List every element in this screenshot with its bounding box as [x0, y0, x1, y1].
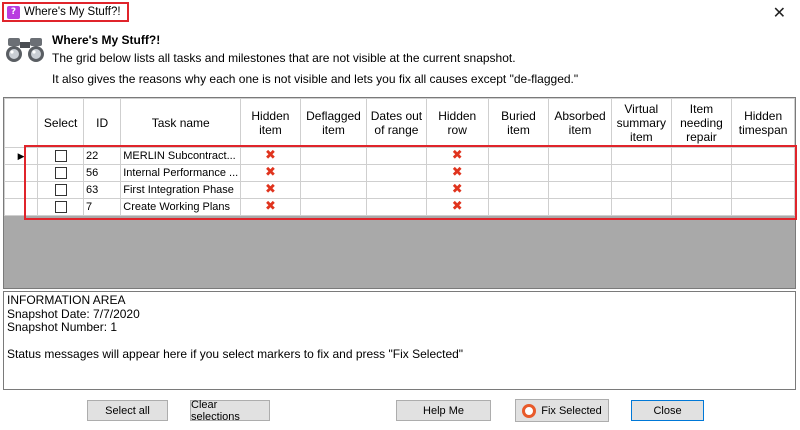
column-header-item-needing-repair[interactable]: Item needing repair: [670, 98, 733, 148]
missing-items-grid[interactable]: Select ID Task name Hidden item Deflagge…: [3, 97, 796, 289]
help-me-label: Help Me: [423, 404, 464, 417]
x-mark-icon: ✖: [264, 182, 276, 197]
window-title-highlight: ? Where's My Stuff?!: [2, 2, 129, 22]
x-mark-icon: ✖: [451, 165, 463, 180]
table-row[interactable]: 7 Create Working Plans ✖ ✖: [4, 198, 795, 216]
row-select-checkbox[interactable]: [54, 167, 67, 180]
fix-selected-button[interactable]: Fix Selected: [515, 399, 609, 422]
status-message: Status messages will appear here if you …: [7, 346, 464, 361]
close-window-icon[interactable]: ✕: [773, 3, 786, 22]
table-row[interactable]: 56 Internal Performance ... ✖ ✖: [4, 164, 795, 182]
row-select-checkbox[interactable]: [54, 201, 67, 214]
task-id-cell: 56: [82, 164, 122, 182]
table-row[interactable]: 63 First Integration Phase ✖ ✖: [4, 181, 795, 199]
snapshot-number: Snapshot Number: 1: [7, 320, 118, 334]
column-header-select[interactable]: Select: [37, 98, 84, 148]
clear-selections-button[interactable]: Clear selections: [190, 399, 270, 423]
information-area: INFORMATION AREA Snapshot Date: 7/7/2020…: [3, 291, 796, 390]
snapshot-date: Snapshot Date: 7/7/2020: [7, 306, 140, 321]
column-header-buried-item[interactable]: Buried item: [487, 98, 550, 148]
x-mark-icon: ✖: [451, 182, 463, 197]
column-header-task-name[interactable]: Task name: [120, 98, 242, 148]
x-mark-icon: ✖: [264, 199, 276, 214]
current-row-marker: ▶: [4, 147, 39, 165]
column-header-deflagged-item[interactable]: Deflagged item: [299, 98, 368, 148]
column-header-hidden-item[interactable]: Hidden item: [240, 98, 301, 148]
help-me-button[interactable]: Help Me: [396, 400, 491, 421]
title-bar: ? Where's My Stuff?! ✕: [0, 0, 800, 28]
task-name-cell: Create Working Plans: [120, 198, 242, 216]
task-id-cell: 22: [82, 147, 122, 165]
row-select-checkbox[interactable]: [54, 150, 67, 163]
row-select-checkbox[interactable]: [54, 184, 67, 197]
column-header-hidden-timespan[interactable]: Hidden timespan: [731, 98, 795, 148]
column-header-virtual-summary-item[interactable]: Virtual summary item: [610, 98, 672, 148]
x-mark-icon: ✖: [451, 199, 463, 214]
task-name-cell: First Integration Phase: [120, 181, 242, 199]
column-header-hidden-row[interactable]: Hidden row: [425, 98, 489, 148]
task-name-cell: MERLIN Subcontract...: [120, 147, 242, 165]
x-mark-icon: ✖: [451, 148, 463, 163]
task-id-cell: 7: [82, 198, 122, 216]
window-title: Where's My Stuff?!: [24, 6, 121, 18]
task-name-cell: Internal Performance ...: [120, 164, 242, 182]
x-mark-icon: ✖: [264, 148, 276, 163]
row-header-corner: [4, 98, 39, 148]
header-title: Where's My Stuff?!: [52, 33, 161, 47]
column-header-absorbed-item[interactable]: Absorbed item: [548, 98, 612, 148]
binoculars-icon: [6, 38, 44, 62]
close-button[interactable]: Close: [631, 400, 704, 421]
table-row[interactable]: ▶ 22 MERLIN Subcontract... ✖ ✖: [4, 147, 795, 165]
description-line-1: The grid below lists all tasks and miles…: [52, 51, 516, 65]
description-line-2: It also gives the reasons why each one i…: [52, 72, 579, 86]
x-mark-icon: ✖: [264, 165, 276, 180]
fix-selected-label: Fix Selected: [541, 404, 602, 417]
lifebuoy-icon: [522, 403, 537, 418]
info-heading: INFORMATION AREA: [7, 293, 126, 307]
column-header-dates-out-of-range[interactable]: Dates out of range: [366, 98, 427, 148]
select-all-button[interactable]: Select all: [87, 400, 168, 421]
task-id-cell: 63: [82, 181, 122, 199]
column-header-id[interactable]: ID: [82, 98, 122, 148]
app-icon: ?: [7, 5, 20, 19]
